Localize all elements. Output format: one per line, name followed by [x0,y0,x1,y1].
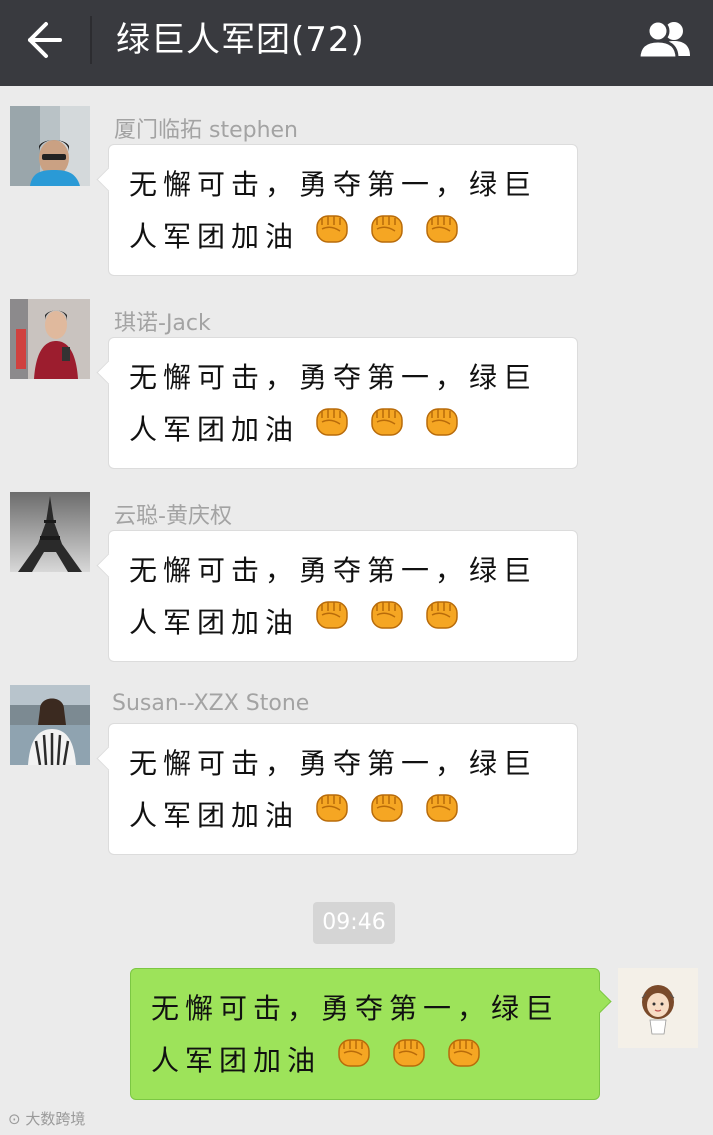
fist-emoji-icon [371,407,403,436]
message-bubble[interactable]: 无懈可击，勇夺第一，绿巨人军团加油 [108,530,578,662]
avatar[interactable] [10,492,90,572]
back-button[interactable] [18,18,68,62]
fist-emoji-group [336,1033,486,1086]
fist-emoji-icon [425,793,458,822]
arrow-left-icon [28,22,62,58]
fist-emoji-icon [316,214,348,243]
fist-emoji-group [314,595,464,648]
message-bubble[interactable]: 无懈可击，勇夺第一，绿巨人军团加油 [108,723,578,855]
fist-emoji-icon [425,407,458,436]
fist-emoji-icon [338,1038,370,1067]
sender-name: 云聪-黄庆权 [114,504,232,529]
watermark-logo-icon: ⊙ [8,1110,21,1128]
fist-emoji-icon [425,600,458,629]
avatar[interactable] [10,299,90,379]
fist-emoji-icon [371,793,403,822]
fist-emoji-group [314,788,464,841]
watermark: ⊙ 大数跨境 [8,1108,85,1129]
watermark-text: 大数跨境 [25,1110,86,1128]
avatar[interactable] [10,106,90,186]
chat-header: 绿巨人军团(72) [0,0,713,86]
fist-emoji-icon [425,214,458,243]
group-members-button[interactable] [634,16,698,64]
fist-emoji-group [314,209,464,262]
fist-emoji-icon [316,600,348,629]
fist-emoji-group [314,402,464,455]
sender-name: Susan--XZX Stone [112,691,310,716]
my-message-bubble[interactable]: 无懈可击，勇夺第一，绿巨人军团加油 [130,968,600,1100]
sender-name: 厦门临拓 stephen [114,118,299,143]
fist-emoji-icon [371,600,403,629]
chat-title: 绿巨人军团(72) [116,20,365,60]
my-avatar[interactable] [618,968,698,1048]
sender-name: 琪诺-Jack [114,311,211,336]
avatar[interactable] [10,685,90,765]
message-timestamp: 09:46 [313,902,395,944]
fist-emoji-icon [316,407,348,436]
fist-emoji-icon [316,793,348,822]
group-members-icon [637,19,690,60]
fist-emoji-icon [393,1038,425,1067]
fist-emoji-icon [447,1038,480,1067]
message-bubble[interactable]: 无懈可击，勇夺第一，绿巨人军团加油 [108,337,578,469]
fist-emoji-icon [371,214,403,243]
message-bubble[interactable]: 无懈可击，勇夺第一，绿巨人军团加油 [108,144,578,276]
header-divider [90,16,92,64]
